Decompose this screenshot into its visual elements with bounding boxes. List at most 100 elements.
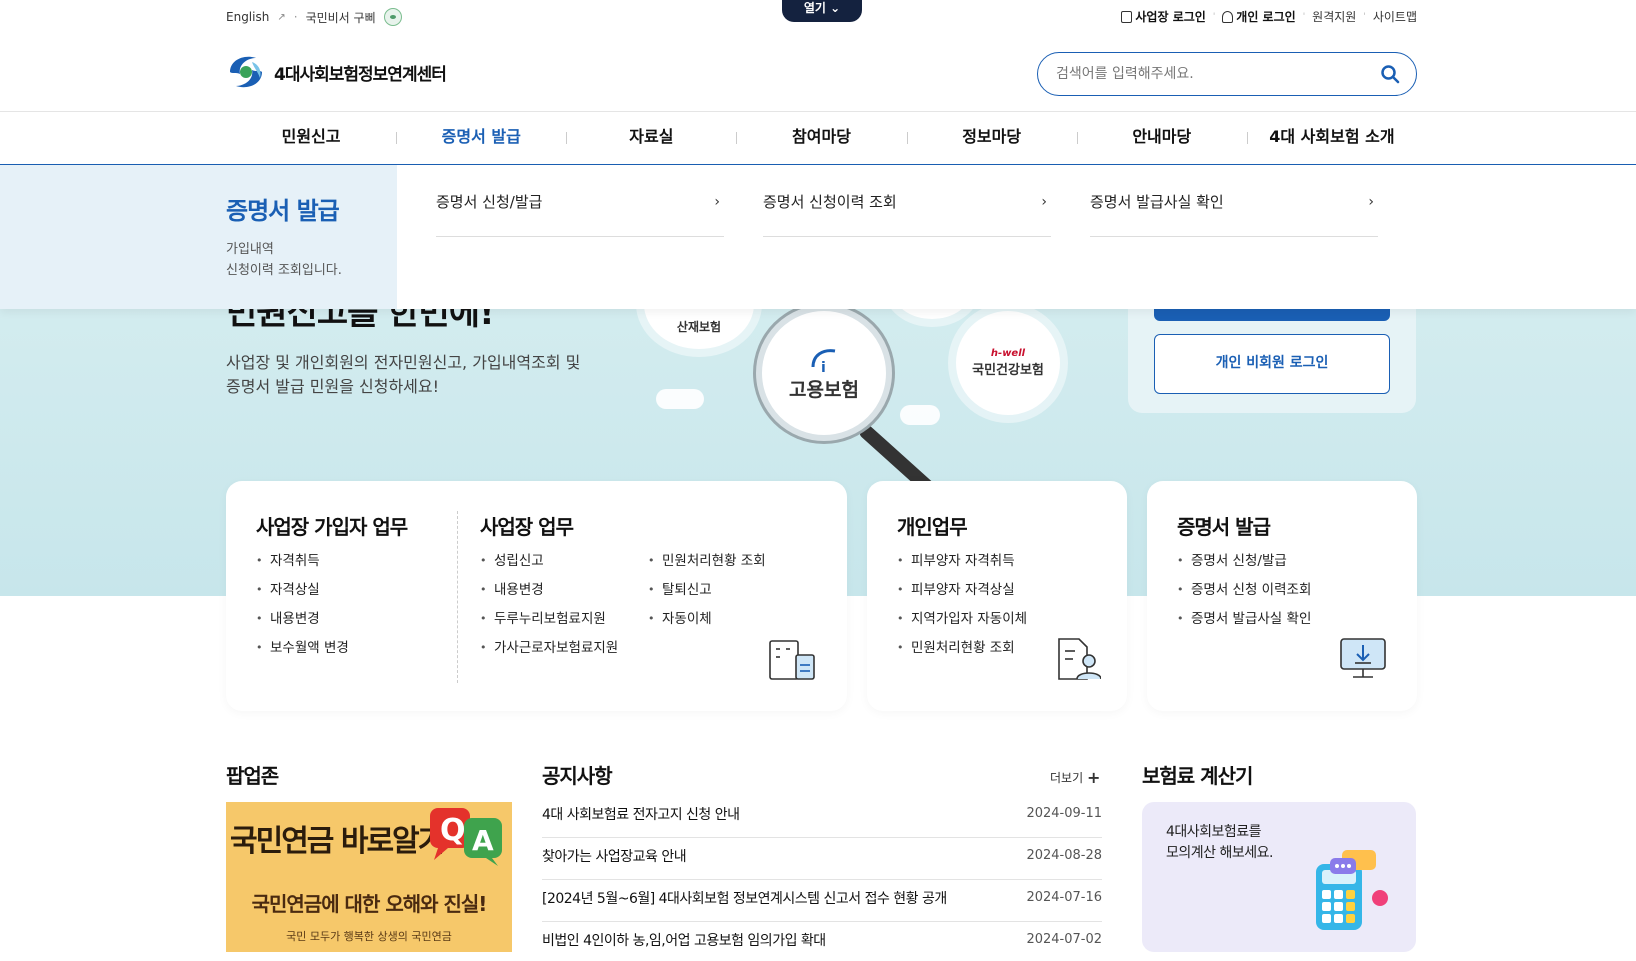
list-item[interactable]: 가사근로자보험료지원 (480, 638, 618, 667)
list-item[interactable]: 내용변경 (256, 609, 349, 638)
submenu-title: 증명서 발급 (226, 197, 340, 225)
biz-member-list: 자격취득 자격상실 내용변경 보수월액 변경 (256, 551, 349, 667)
site-logo[interactable]: 4대사회보험정보연계센터 (226, 52, 447, 92)
card-title: 증명서 발급 (1177, 515, 1271, 539)
submenu-description: 가입내역 신청이력 조회입니다. (226, 239, 342, 281)
english-link[interactable]: English (226, 10, 269, 24)
assistant-link[interactable]: 국민비서 구삐 (306, 9, 376, 26)
calculator-box[interactable]: 4대사회보험료를 모의계산 해보세요. (1142, 802, 1416, 952)
search-input[interactable] (1056, 64, 1356, 84)
person-icon (1222, 11, 1234, 23)
hero-headline: 민원신고를 한번에! (226, 309, 495, 333)
submenu-desc-line: 신청이력 조회입니다. (226, 263, 342, 278)
notice-more-link[interactable]: 더보기 + (1050, 768, 1100, 787)
search-icon[interactable] (1380, 64, 1400, 84)
personal-login-link[interactable]: 개인 로그인 (1222, 8, 1296, 25)
banner-footer: 국민 모두가 행복한 상생의 국민연금 (286, 930, 452, 943)
gnb-item-library[interactable]: 자료실 (566, 112, 736, 162)
certificate-card: 증명서 발급 증명서 신청/발급 증명서 신청 이력조회 증명서 발급사실 확인 (1147, 481, 1417, 711)
chatbot-icon[interactable] (383, 8, 402, 26)
gnb-item-certificate[interactable]: 증명서 발급 (396, 112, 566, 162)
plus-icon: + (1086, 768, 1101, 787)
personal-card: 개인업무 피부양자 자격취득 피부양자 자격상실 지역가입자 자동이체 민원처리… (867, 481, 1127, 711)
biz-login-label: 사업장 로그인 (1135, 10, 1206, 24)
personal-list: 피부양자 자격취득 피부양자 자격상실 지역가입자 자동이체 민원처리현황 조회 (897, 551, 1027, 667)
industrial-insurance-circle: 산재보험 (644, 309, 754, 349)
personal-nonmember-login-button[interactable]: 개인 비회원 로그인 (1154, 334, 1390, 394)
list-item[interactable]: 증명서 신청 이력조회 (1177, 580, 1311, 609)
separator: ' (1212, 11, 1216, 22)
sitemap-link[interactable]: 사이트맵 (1373, 8, 1417, 25)
notice-row[interactable]: 비법인 4인이하 농,임,어업 고용보험 임의가입 확대 2024-07-02 (542, 922, 1102, 961)
list-item[interactable]: 자격취득 (256, 551, 349, 580)
list-item[interactable]: 증명서 발급사실 확인 (1177, 609, 1311, 638)
remote-support-link[interactable]: 원격지원 (1312, 8, 1356, 25)
notice-row[interactable]: 찾아가는 사업장교육 안내 2024-08-28 (542, 838, 1102, 880)
gnb-list: 민원신고 증명서 발급 자료실 참여마당 정보마당 안내마당 4대 사회보험 소… (226, 112, 1417, 162)
list-item[interactable]: 탈퇴신고 (648, 580, 766, 609)
gnb-item-information[interactable]: 정보마당 (906, 112, 1077, 162)
list-item[interactable]: 자격상실 (256, 580, 349, 609)
chevron-right-icon: › (1041, 194, 1047, 210)
member-login-button[interactable] (1154, 309, 1390, 321)
submenu-link-verify[interactable]: 증명서 발급사실 확인 › (1090, 189, 1378, 237)
list-item[interactable]: 성립신고 (480, 551, 618, 580)
notice-row[interactable]: [2024년 5월~6월] 4대사회보험 정보연계시스템 신고서 접수 현황 공… (542, 880, 1102, 922)
list-item[interactable]: 지역가입자 자동이체 (897, 609, 1027, 638)
pension-banner[interactable]: 국민연금 바로알기 Q A 국민연금에 대한 오해와 진실! 국민 모두가 행복… (226, 802, 512, 952)
chevron-down-icon: ⌄ (830, 1, 841, 15)
list-item[interactable]: 증명서 신청/발급 (1177, 551, 1311, 580)
biz-list-col1: 성립신고 내용변경 두루누리보험료지원 가사근로자보험료지원 (480, 551, 618, 667)
gnb-item-participation[interactable]: 참여마당 (736, 112, 906, 162)
submenu-link-history[interactable]: 증명서 신청이력 조회 › (763, 189, 1051, 237)
svg-text:Q: Q (440, 813, 466, 848)
banner-subtitle: 국민연금에 대한 오해와 진실! (251, 892, 488, 916)
business-card: 사업장 가입자 업무 자격취득 자격상실 내용변경 보수월액 변경 사업장 업무… (226, 481, 847, 711)
industrial-insurance-label: 산재보험 (676, 320, 722, 334)
login-panel: 개인 비회원 로그인 (1128, 309, 1416, 413)
person-document-icon (1058, 638, 1101, 680)
separator: ' (1363, 11, 1366, 22)
calculator-desc-line: 4대사회보험료를 (1166, 824, 1262, 840)
search-box (1037, 52, 1417, 96)
card-title: 개인업무 (897, 515, 968, 539)
list-item[interactable]: 내용변경 (480, 580, 618, 609)
notice-title-text: 비법인 4인이하 농,임,어업 고용보험 임의가입 확대 (542, 933, 826, 949)
submenu-link-label: 증명서 신청/발급 (436, 193, 543, 211)
calculator-description: 4대사회보험료를 모의계산 해보세요. (1166, 822, 1273, 864)
gnb-item-civil-report[interactable]: 민원신고 (226, 112, 396, 162)
notice-title-text: [2024년 5월~6월] 4대사회보험 정보연계시스템 신고서 접수 현황 공… (542, 891, 947, 907)
cloud-decoration (656, 389, 704, 409)
calculator-icon (1316, 850, 1388, 930)
submenu-intro (0, 165, 397, 309)
notice-title-text: 찾아가는 사업장교육 안내 (542, 849, 687, 865)
list-item[interactable]: 자동이체 (648, 609, 766, 638)
external-link-icon: ↗ (277, 11, 286, 23)
biz-login-link[interactable]: 사업장 로그인 (1121, 8, 1206, 25)
list-item[interactable]: 두루누리보험료지원 (480, 609, 618, 638)
submenu-link-label: 증명서 발급사실 확인 (1090, 193, 1224, 211)
certificate-submenu: 증명서 발급 가입내역 신청이력 조회입니다. 증명서 신청/발급 › 증명서 … (0, 165, 1636, 309)
building-icon (1121, 11, 1133, 23)
notice-title: 공지사항 (542, 764, 613, 788)
list-item[interactable]: 피부양자 자격상실 (897, 580, 1027, 609)
notice-row[interactable]: 4대 사회보험료 전자고지 신청 안내 2024-09-11 (542, 796, 1102, 838)
gnb-item-about[interactable]: 4대 사회보험 소개 (1246, 112, 1417, 162)
open-toggle-button[interactable]: 열기 ⌄ (782, 0, 862, 22)
health-insurance-label: 국민건강보험 (972, 363, 1044, 378)
list-item[interactable]: 민원처리현황 조회 (648, 551, 766, 580)
calculator-title: 보험료 계산기 (1142, 764, 1253, 788)
notice-date: 2024-07-02 (1026, 932, 1102, 947)
submenu-link-apply[interactable]: 증명서 신청/발급 › (436, 189, 724, 237)
list-item[interactable]: 피부양자 자격취득 (897, 551, 1027, 580)
gnb-item-guide[interactable]: 안내마당 (1076, 112, 1247, 162)
list-item[interactable]: 보수월액 변경 (256, 638, 349, 667)
utility-right: 사업장 로그인 ' 개인 로그인 ' 원격지원 ' 사이트맵 (1121, 8, 1417, 25)
chevron-right-icon: › (714, 194, 720, 210)
monitor-download-icon (1340, 638, 1386, 678)
list-item[interactable]: 민원처리현황 조회 (897, 638, 1027, 667)
hero-desc-line: 증명서 발급 민원을 신청하세요! (226, 377, 440, 396)
hero-description: 사업장 및 개인회원의 전자민원신고, 가입내역조회 및 증명서 발급 민원을 … (226, 351, 580, 399)
employment-insurance-label: 고용보험 (789, 378, 859, 401)
utility-left: English ↗ · 국민비서 구삐 (226, 8, 402, 26)
